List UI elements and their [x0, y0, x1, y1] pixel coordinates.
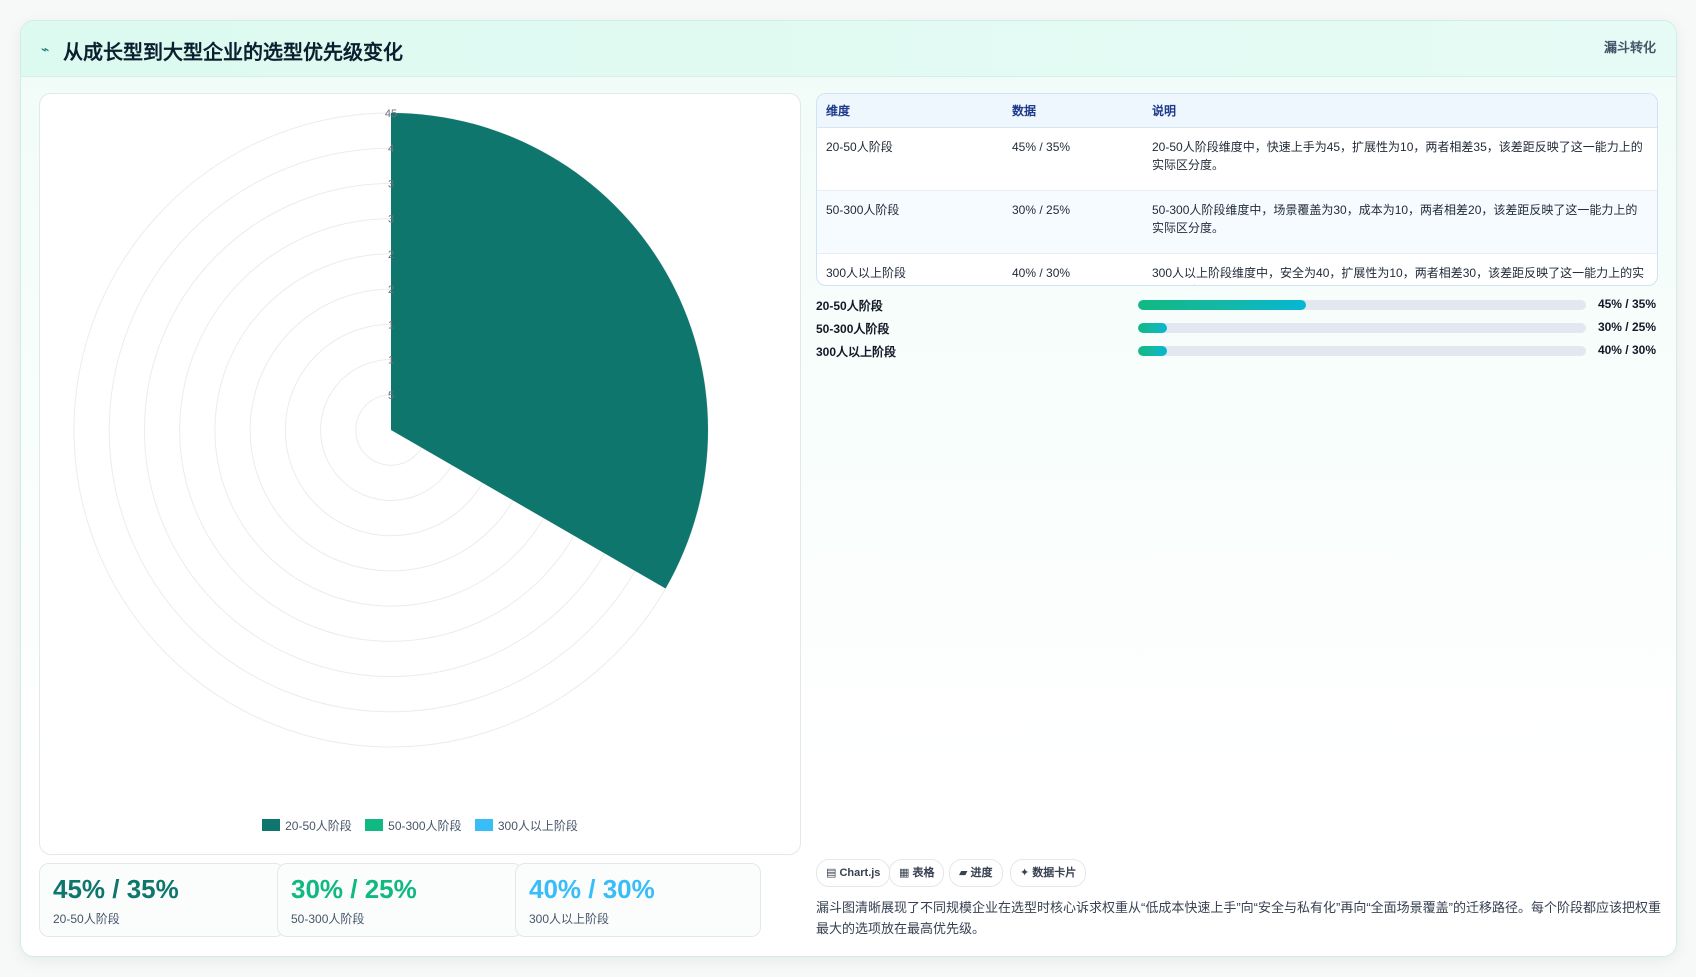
chart-type-tag: 漏斗转化 — [1603, 40, 1656, 55]
table-cell: 20-50人阶段维度中，快速上手为45，扩展性为10，两者相差35，该差距反映了… — [1143, 127, 1657, 191]
legend-item-3[interactable]: 300人以上阶段 — [474, 817, 578, 834]
progress-row-2: 50-300人阶段 30% / 25% — [816, 317, 1656, 337]
column-header: 维度 — [817, 94, 1003, 128]
kpi-card-2: 30% / 25% 50-300人阶段 — [277, 863, 523, 937]
legend-item-1[interactable]: 20-50人阶段 — [262, 817, 352, 834]
tick-label: 4 — [388, 143, 394, 155]
table-icon: ▦ — [899, 867, 910, 879]
card-header: ⌁ 从成长型到大型企业的选型优先级变化 漏斗转化 — [21, 21, 1676, 77]
kpi-label: 300人以上阶段 — [529, 912, 610, 926]
table-cell: 40% / 30% — [1012, 266, 1071, 280]
tick-label: 45 — [385, 108, 397, 120]
tick-label: 2 — [388, 284, 394, 296]
legend-item-2[interactable]: 50-300人阶段 — [365, 817, 462, 834]
progress-track — [1138, 300, 1586, 310]
legend-label: 50-300人阶段 — [388, 819, 462, 833]
progress-track — [1138, 323, 1586, 333]
column-header: 数据 — [1003, 94, 1143, 128]
polar-chart-panel: 5 1 1 2 2 3 3 4 45 20-50人阶段 50-300人阶段 300人以上阶段 — [39, 93, 801, 855]
table-row: 300人以上阶段 40% / 30% 300人以上阶段维度中，安全为40，扩展性… — [817, 254, 1657, 285]
kpi-value: 45% / 35% — [53, 874, 179, 904]
tick-label: 3 — [388, 214, 394, 226]
progress-icon: ▰ — [959, 867, 968, 879]
table-cell: 45% / 35% — [1003, 127, 1143, 191]
chart-legend: 20-50人阶段 50-300人阶段 300人以上阶段 — [40, 817, 800, 834]
progress-fill — [1138, 323, 1168, 333]
progress-fill — [1138, 346, 1168, 356]
tick-label: 1 — [388, 355, 394, 367]
chart-icon: ▤ — [826, 867, 837, 879]
sparkle-icon: ✦ — [1020, 867, 1030, 879]
chart-icon: ⌁ — [41, 41, 50, 57]
table-cell: 300人以上阶段 — [826, 266, 907, 280]
tick-label: 3 — [388, 178, 394, 190]
page-title: 从成长型到大型企业的选型优先级变化 — [63, 42, 403, 64]
tick-label: 1 — [388, 319, 394, 331]
table-cell: 50-300人阶段维度中，场景覆盖为30，成本为10，两者相差20，该差距反映了… — [1143, 190, 1657, 254]
progress-row-3: 300人以上阶段 40% / 30% — [816, 340, 1656, 360]
chip-label: Chart.js — [839, 867, 881, 879]
progress-track — [1138, 346, 1586, 356]
legend-label: 20-50人阶段 — [285, 819, 352, 833]
progress-label: 20-50人阶段 — [816, 299, 883, 313]
table-row: 20-50人阶段 45% / 35% 20-50人阶段维度中，快速上手为45，扩… — [817, 127, 1657, 191]
polar-area-chart: 5 1 1 2 2 3 3 4 45 — [73, 108, 709, 748]
chip-progress[interactable]: ▰ 进度 — [949, 859, 1003, 887]
legend-label: 300人以上阶段 — [497, 819, 578, 833]
chart-description: 漏斗图清晰展现了不同规模企业在选型时核心诉求权重从“低成本快速上手”向“安全与私… — [816, 900, 1661, 936]
kpi-label: 20-50人阶段 — [53, 912, 120, 926]
progress-fill — [1138, 300, 1306, 310]
table-row: 50-300人阶段 30% / 25% 50-300人阶段维度中，场景覆盖为30… — [817, 190, 1657, 254]
chip-chartjs[interactable]: ▤ Chart.js — [816, 859, 891, 887]
progress-value: 45% / 35% — [1597, 297, 1656, 311]
tick-label: 2 — [388, 249, 394, 261]
progress-label: 50-300人阶段 — [816, 322, 890, 336]
chip-label: 进度 — [970, 867, 993, 879]
chip-label: 数据卡片 — [1032, 867, 1077, 879]
chip-data-cards[interactable]: ✦ 数据卡片 — [1010, 859, 1087, 887]
legend-swatch — [262, 819, 281, 831]
table-cell: 30% / 25% — [1003, 190, 1143, 254]
tick-label: 5 — [388, 390, 394, 402]
kpi-card-1: 45% / 35% 20-50人阶段 — [39, 863, 285, 937]
kpi-value: 30% / 25% — [291, 874, 417, 904]
chip-table[interactable]: ▦ 表格 — [889, 859, 945, 887]
chip-label: 表格 — [912, 867, 935, 879]
progress-row-1: 20-50人阶段 45% / 35% — [816, 294, 1656, 314]
table-cell: 300人以上阶段维度中，安全为40，扩展性为10，两者相差30，该差距反映了这一… — [1152, 266, 1645, 285]
kpi-label: 50-300人阶段 — [291, 912, 365, 926]
table-cell: 20-50人阶段 — [817, 127, 1003, 191]
progress-label: 300人以上阶段 — [816, 345, 897, 359]
progress-value: 40% / 30% — [1597, 343, 1656, 357]
progress-value: 30% / 25% — [1597, 320, 1656, 334]
legend-swatch — [365, 819, 384, 831]
kpi-value: 40% / 30% — [529, 874, 655, 904]
table-cell: 50-300人阶段 — [817, 190, 1003, 254]
legend-swatch — [474, 819, 493, 831]
column-header: 说明 — [1143, 94, 1657, 128]
kpi-card-3: 40% / 30% 300人以上阶段 — [515, 863, 761, 937]
data-table: 维度 数据 说明 20-50人阶段 45% / 35% 20-50人阶段维度中，… — [816, 93, 1658, 286]
main-card: ⌁ 从成长型到大型企业的选型优先级变化 漏斗转化 5 1 1 2 2 3 3 4 45 20-5… — [20, 20, 1677, 957]
